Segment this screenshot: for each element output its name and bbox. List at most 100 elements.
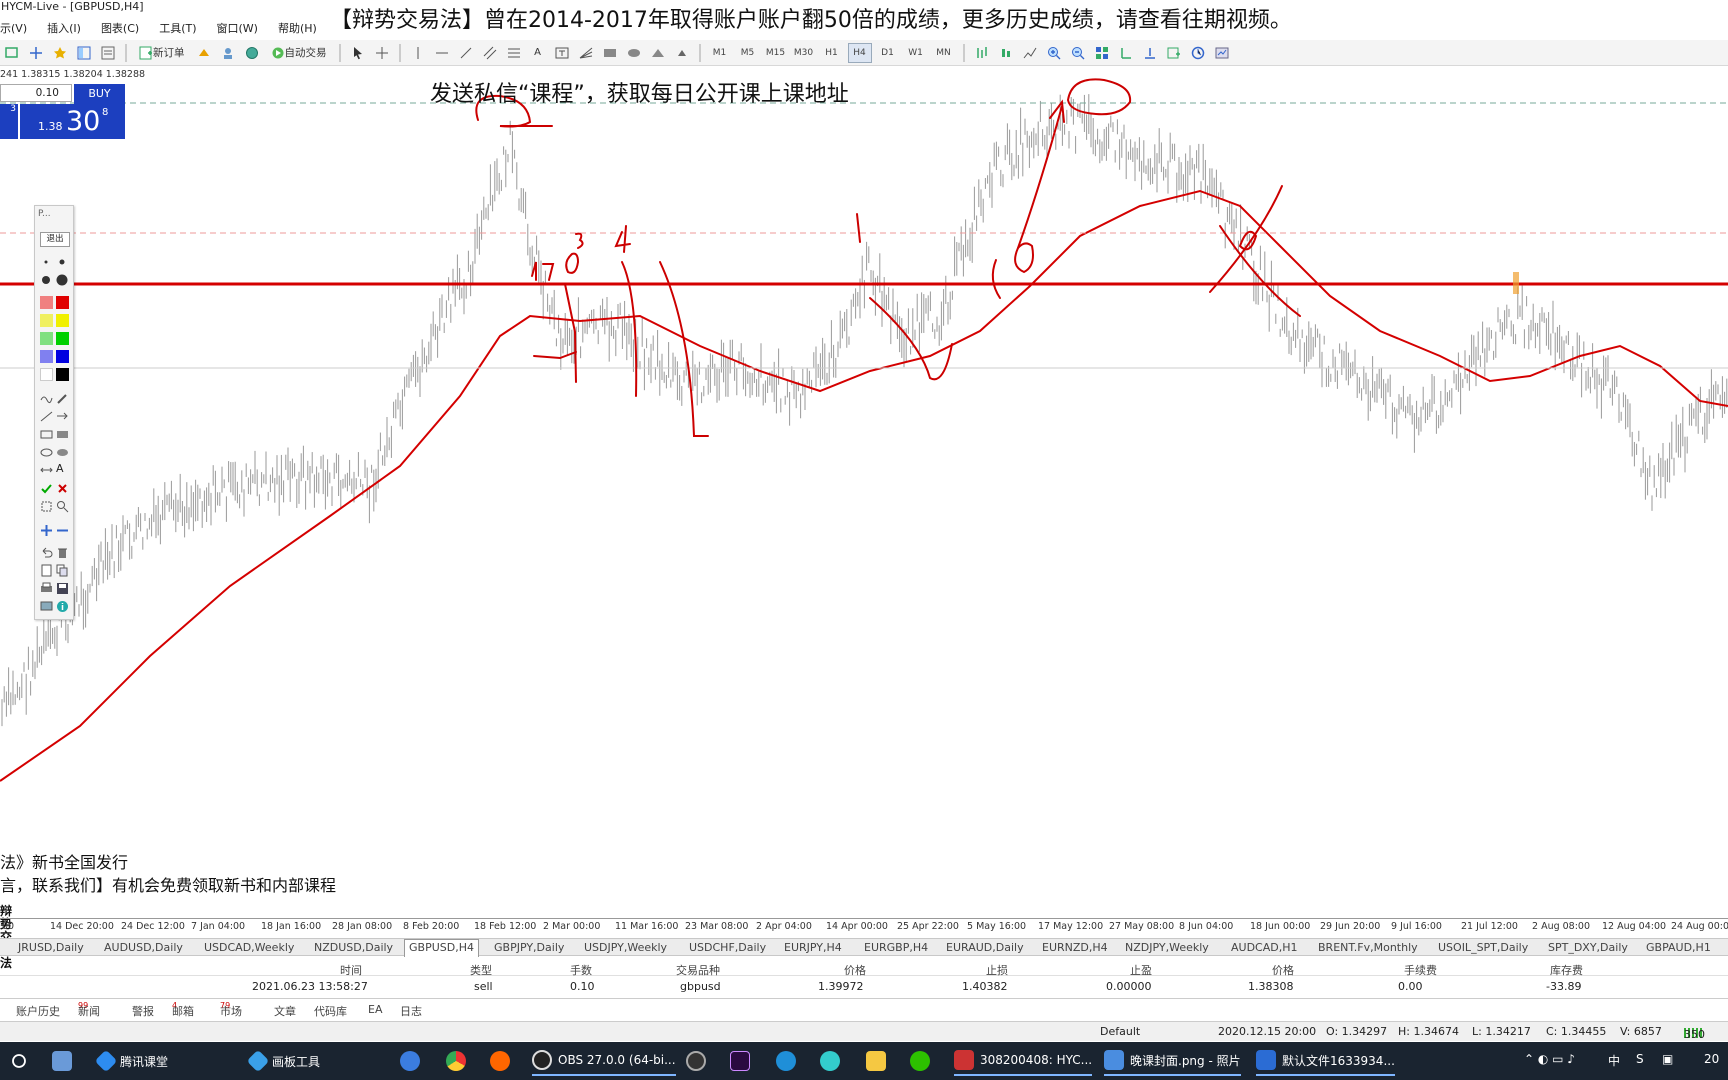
- plus-icon[interactable]: [40, 524, 53, 537]
- tab-eurgbp-h4[interactable]: EURGBP,H4: [864, 941, 928, 954]
- tab-usdcad-weekly[interactable]: USDCAD,Weekly: [204, 941, 294, 954]
- medium-dot-icon[interactable]: [56, 256, 69, 269]
- vertical-line-icon[interactable]: [408, 43, 428, 63]
- new-chart-icon[interactable]: [2, 43, 22, 63]
- buy-button[interactable]: BUY: [74, 84, 125, 104]
- tab-usdchf-daily[interactable]: USDCHF,Daily: [689, 941, 766, 954]
- timeframe-d1[interactable]: D1: [876, 43, 900, 63]
- col-time[interactable]: 时间: [340, 962, 362, 978]
- undo-icon[interactable]: [40, 546, 53, 559]
- double-arrow-icon[interactable]: [40, 464, 53, 477]
- line-chart-icon[interactable]: [1020, 43, 1040, 63]
- channel-icon[interactable]: [480, 43, 500, 63]
- fibonacci-icon[interactable]: [504, 43, 524, 63]
- navigator-icon[interactable]: [74, 43, 94, 63]
- obs-secondary-icon[interactable]: [686, 1046, 706, 1076]
- tab-mailbox[interactable]: 邮箱 4: [172, 1001, 194, 1018]
- tab-dxy-daily[interactable]: SPT_DXY,Daily: [1548, 941, 1628, 954]
- timeframe-mn[interactable]: MN: [932, 43, 956, 63]
- text-tool-icon[interactable]: A: [528, 43, 548, 63]
- small-dot-icon[interactable]: [40, 256, 53, 269]
- copy-icon[interactable]: [56, 564, 69, 577]
- tab-nzdusd-daily[interactable]: NZDUSD,Daily: [314, 941, 393, 954]
- new-page-icon[interactable]: [40, 564, 53, 577]
- pen-icon[interactable]: [56, 392, 69, 405]
- chart-shift-icon[interactable]: [1116, 43, 1136, 63]
- tab-gbpjpy-daily[interactable]: GBPJPY,Daily: [494, 941, 564, 954]
- green-swatch[interactable]: [56, 332, 69, 345]
- black-swatch[interactable]: [56, 368, 69, 381]
- info-icon[interactable]: [56, 600, 69, 613]
- strategy-icon[interactable]: [194, 43, 214, 63]
- select-area-icon[interactable]: [40, 500, 53, 513]
- task-mt4-terminal[interactable]: 308200408: HYC...: [954, 1046, 1093, 1076]
- globe-icon[interactable]: [242, 43, 262, 63]
- timeframe-m1[interactable]: M1: [708, 43, 732, 63]
- tab-market[interactable]: 市场 79: [220, 1001, 242, 1018]
- tab-news[interactable]: 新闻 99: [78, 1001, 100, 1018]
- screen-icon[interactable]: [40, 600, 53, 613]
- yellow-swatch[interactable]: [56, 314, 69, 327]
- triangle-icon[interactable]: [648, 43, 668, 63]
- col-price[interactable]: 价格: [844, 962, 866, 978]
- autoscroll-icon[interactable]: [1140, 43, 1160, 63]
- timeframe-m30[interactable]: M30: [792, 43, 816, 63]
- premiere-icon[interactable]: [730, 1046, 750, 1076]
- xlarge-dot-icon[interactable]: [56, 274, 69, 287]
- tab-eurusd-daily[interactable]: JRUSD,Daily: [18, 941, 84, 954]
- zoom-area-icon[interactable]: [56, 500, 69, 513]
- light-green-swatch[interactable]: [40, 332, 53, 345]
- timeframe-h4[interactable]: H4: [847, 42, 872, 63]
- col-symbol[interactable]: 交易品种: [676, 962, 720, 978]
- zoom-out-icon[interactable]: [1068, 43, 1088, 63]
- crosshair-tool-icon[interactable]: [372, 43, 392, 63]
- task-photos[interactable]: 晚课封面.png - 照片: [1104, 1046, 1241, 1076]
- wechat-icon[interactable]: [910, 1046, 930, 1076]
- sell-button[interactable]: 3: [0, 104, 18, 139]
- col-commission[interactable]: 手续费: [1404, 962, 1437, 978]
- arrows-icon[interactable]: [672, 43, 692, 63]
- tray-app-icon[interactable]: ▣: [1662, 1052, 1673, 1066]
- col-swap[interactable]: 库存费: [1550, 962, 1583, 978]
- col-stop-loss[interactable]: 止损: [986, 962, 1008, 978]
- tab-audusd-daily[interactable]: AUDUSD,Daily: [104, 941, 183, 954]
- red-swatch[interactable]: [56, 296, 69, 309]
- text-label-icon[interactable]: [552, 43, 572, 63]
- ime-indicator[interactable]: 中: [1608, 1052, 1620, 1069]
- rectangle-icon[interactable]: [600, 43, 620, 63]
- tab-nzdjpy-weekly[interactable]: NZDJPY,Weekly: [1125, 941, 1209, 954]
- light-yellow-swatch[interactable]: [40, 314, 53, 327]
- menu-view[interactable]: 示(V): [0, 20, 37, 38]
- ellipse-icon[interactable]: [624, 43, 644, 63]
- task-drawing-tool[interactable]: 画板工具: [246, 1046, 320, 1076]
- tab-eurjpy-h4[interactable]: EURJPY,H4: [784, 941, 842, 954]
- candle-chart-icon[interactable]: [996, 43, 1016, 63]
- arrow-line-icon[interactable]: [56, 410, 69, 423]
- light-blue-swatch[interactable]: [40, 350, 53, 363]
- table-row[interactable]: 2021.06.23 13:58:27 sell 0.10 gbpusd 1.3…: [0, 980, 1728, 995]
- timeframe-m15[interactable]: M15: [764, 43, 788, 63]
- tab-audcad-h1[interactable]: AUDCAD,H1: [1231, 941, 1298, 954]
- palette-exit-button[interactable]: 退出: [40, 232, 70, 247]
- task-tencent-classroom[interactable]: 腾讯课堂: [94, 1046, 168, 1076]
- trendline-icon[interactable]: [456, 43, 476, 63]
- sogou-icon[interactable]: [400, 1046, 420, 1076]
- templates-icon[interactable]: [1212, 43, 1232, 63]
- tab-gbpaud-h1[interactable]: GBPAUD,H1: [1646, 941, 1711, 954]
- minus-icon[interactable]: [56, 524, 69, 537]
- print-icon[interactable]: [40, 582, 53, 595]
- col-lots[interactable]: 手数: [570, 962, 592, 978]
- col-current-price[interactable]: 价格: [1272, 962, 1294, 978]
- horizontal-line-icon[interactable]: [432, 43, 452, 63]
- menu-tools[interactable]: 工具(T): [159, 20, 206, 38]
- cross-icon[interactable]: [56, 482, 69, 495]
- tab-eurnzd-h4[interactable]: EURNZD,H4: [1042, 941, 1108, 954]
- timeframe-m5[interactable]: M5: [736, 43, 760, 63]
- timeframe-h1[interactable]: H1: [820, 43, 844, 63]
- menu-insert[interactable]: 插入(I): [47, 20, 91, 38]
- save-icon[interactable]: [56, 582, 69, 595]
- firefox-icon[interactable]: [490, 1046, 510, 1076]
- lot-size-field[interactable]: 0.10: [0, 84, 72, 102]
- chrome-icon[interactable]: [446, 1046, 466, 1076]
- folder-icon[interactable]: [866, 1046, 886, 1076]
